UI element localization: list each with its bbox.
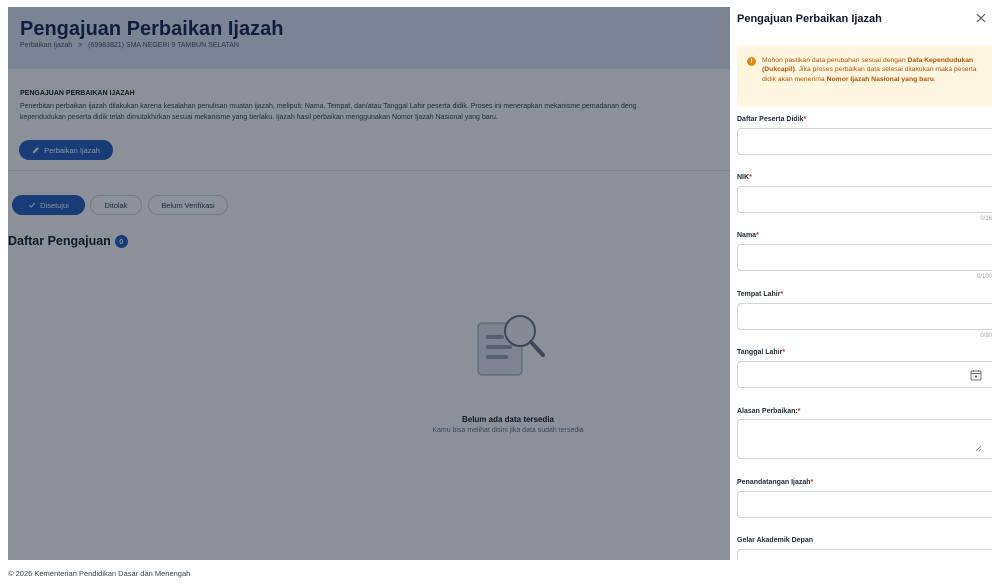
required-marker: * [782,349,786,356]
field-label-text: Penandatangan Ijazah [737,479,811,486]
penandatangan-ijazah-input[interactable] [737,491,992,518]
tempat-lahir-char-counter: 0/80 [980,333,992,339]
close-icon [976,13,986,23]
nama-input[interactable] [737,244,992,271]
page: Pengajuan Perbaikan Ijazah Perbaikan Ija… [0,0,992,586]
alert-text: Mohon pastikan data perubahan sesuai den… [762,57,908,64]
required-marker: * [756,232,759,239]
field-label-nik: NIK* [737,174,752,181]
required-marker: * [780,291,784,298]
tanggal-lahir-datepicker[interactable] [737,361,992,388]
required-marker: * [803,116,807,123]
field-label-text: Alasan Perbaikan: [737,408,798,415]
drawer-title: Pengajuan Perbaikan Ijazah [737,13,882,25]
calendar-icon[interactable] [970,369,982,381]
field-label-alasan-perbaikan: Alasan Perbaikan:* [737,408,800,415]
field-label-text: Daftar Peserta Didik [737,116,804,123]
field-label-tanggal-lahir: Tanggal Lahir* [737,349,785,356]
nik-input[interactable] [737,186,992,213]
close-button[interactable] [973,10,989,26]
warning-alert: ! Mohon pastikan data perubahan sesuai d… [737,46,992,106]
modal-backdrop[interactable] [8,7,730,560]
daftar-peserta-didik-select[interactable] [737,128,992,155]
field-label-daftar-peserta-didik: Daftar Peserta Didik* [737,116,806,123]
field-label-text: Tanggal Lahir [737,349,783,356]
required-marker: * [749,174,752,181]
field-label-penandatangan-ijazah: Penandatangan Ijazah* [737,479,813,486]
field-label-text: Tempat Lahir [737,291,781,298]
tempat-lahir-input[interactable] [737,303,992,330]
alert-bold: Nomor Ijazah Nasional yang baru [826,75,934,83]
field-label-text: Nama [737,232,757,239]
resize-handle-icon[interactable] [975,445,982,452]
nik-char-counter: 0/16 [980,216,992,222]
field-label-text: NIK [737,174,750,181]
form-drawer: Pengajuan Perbaikan Ijazah ! Mohon pasti… [730,0,992,560]
gelar-akademik-depan-input[interactable] [737,549,992,560]
info-icon: ! [747,57,756,66]
field-label-nama: Nama* [737,232,759,239]
alert-message: Mohon pastikan data perubahan sesuai den… [762,56,990,84]
required-marker: * [797,408,801,415]
nama-char-counter: 0/100 [976,274,992,280]
field-label-text: Gelar Akademik Depan [737,537,813,544]
field-label-gelar-akademik-depan: Gelar Akademik Depan [737,537,813,544]
alasan-perbaikan-textarea[interactable] [737,419,992,459]
field-label-tempat-lahir: Tempat Lahir* [737,291,783,298]
alert-text: . [933,75,936,83]
required-marker: * [810,479,814,486]
footer-copyright: © 2026 Kementerian Pendidikan Dasar dan … [8,569,191,578]
